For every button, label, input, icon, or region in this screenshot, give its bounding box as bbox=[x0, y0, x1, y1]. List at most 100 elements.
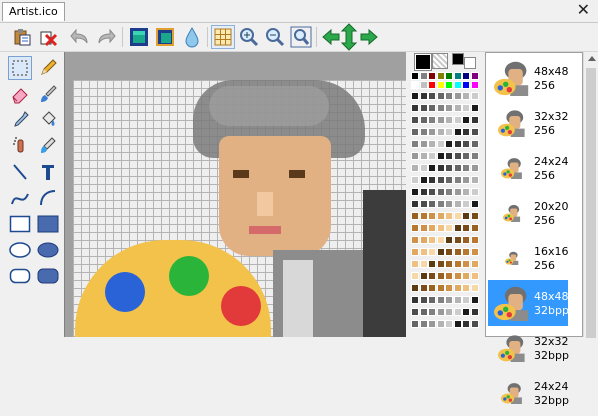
color-swatch[interactable] bbox=[419, 296, 428, 304]
color-swatch[interactable] bbox=[445, 140, 453, 148]
icon-format-item[interactable]: 48x48 256 bbox=[488, 55, 569, 101]
color-swatch[interactable] bbox=[419, 140, 428, 148]
color-swatch[interactable] bbox=[411, 81, 419, 89]
color-swatch[interactable] bbox=[462, 260, 470, 268]
color-swatch[interactable] bbox=[428, 92, 436, 100]
color-swatch[interactable] bbox=[445, 284, 453, 292]
color-swatch[interactable] bbox=[411, 320, 419, 328]
color-swatch[interactable] bbox=[436, 128, 445, 136]
color-swatch[interactable] bbox=[462, 116, 470, 124]
color-swatch[interactable] bbox=[445, 296, 453, 304]
color-swatch[interactable] bbox=[462, 248, 470, 256]
airbrush-icon[interactable] bbox=[8, 134, 32, 158]
color-swatch[interactable] bbox=[470, 176, 479, 184]
primary-color-swatch[interactable] bbox=[414, 53, 432, 71]
color-swatch[interactable] bbox=[453, 72, 462, 80]
color-swatch[interactable] bbox=[428, 188, 436, 196]
color-swatch[interactable] bbox=[436, 236, 445, 244]
color-swatch[interactable] bbox=[428, 272, 436, 280]
color-swatch[interactable] bbox=[436, 116, 445, 124]
arc-icon[interactable] bbox=[36, 186, 60, 210]
color-swatch[interactable] bbox=[411, 224, 419, 232]
color-swatch[interactable] bbox=[428, 296, 436, 304]
color-swatch[interactable] bbox=[470, 92, 479, 100]
color-swatch[interactable] bbox=[428, 320, 436, 328]
color-swatch[interactable] bbox=[470, 248, 479, 256]
color-swatch[interactable] bbox=[445, 212, 453, 220]
color-swatch[interactable] bbox=[470, 104, 479, 112]
layer-front-icon[interactable] bbox=[127, 25, 151, 49]
color-swatch[interactable] bbox=[436, 284, 445, 292]
icon-list-scrollbar[interactable] bbox=[583, 52, 598, 338]
color-swatch[interactable] bbox=[470, 296, 479, 304]
icon-format-item[interactable]: 24x24 256 bbox=[488, 145, 569, 191]
color-swatch[interactable] bbox=[462, 92, 470, 100]
color-swatch[interactable] bbox=[411, 308, 419, 316]
move-right-icon[interactable] bbox=[357, 25, 381, 49]
color-swatch[interactable] bbox=[470, 260, 479, 268]
ellipse-outline-icon[interactable] bbox=[8, 238, 32, 262]
color-swatch[interactable] bbox=[436, 152, 445, 160]
color-swatch[interactable] bbox=[445, 72, 453, 80]
rectangle-outline-icon[interactable] bbox=[8, 212, 32, 236]
icon-format-item[interactable]: 32x32 32bpp bbox=[488, 325, 569, 371]
color-swatch[interactable] bbox=[470, 212, 479, 220]
color-swatch[interactable] bbox=[411, 248, 419, 256]
color-swatch[interactable] bbox=[436, 212, 445, 220]
color-swatch[interactable] bbox=[411, 164, 419, 172]
color-swatch[interactable] bbox=[462, 212, 470, 220]
color-swatch[interactable] bbox=[453, 116, 462, 124]
color-swatch[interactable] bbox=[470, 81, 479, 89]
color-swatch[interactable] bbox=[453, 81, 462, 89]
color-swatch[interactable] bbox=[411, 212, 419, 220]
drop-icon[interactable] bbox=[180, 25, 204, 49]
color-swatch[interactable] bbox=[453, 164, 462, 172]
undo-icon[interactable] bbox=[68, 25, 92, 49]
close-icon[interactable]: ✕ bbox=[577, 1, 590, 19]
color-swatch[interactable] bbox=[436, 224, 445, 232]
color-swatch[interactable] bbox=[419, 164, 428, 172]
icon-format-item[interactable]: 20x20 256 bbox=[488, 190, 569, 236]
color-swatch[interactable] bbox=[436, 81, 445, 89]
color-swatch[interactable] bbox=[419, 81, 428, 89]
rounded-rect-filled-icon[interactable] bbox=[36, 264, 60, 288]
color-swatch[interactable] bbox=[436, 72, 445, 80]
color-swatch[interactable] bbox=[453, 236, 462, 244]
color-swatch[interactable] bbox=[470, 308, 479, 316]
color-swatch[interactable] bbox=[428, 140, 436, 148]
color-swatch[interactable] bbox=[470, 116, 479, 124]
color-swatch[interactable] bbox=[436, 104, 445, 112]
icon-format-item[interactable]: 32x32 256 bbox=[488, 100, 569, 146]
color-swatch[interactable] bbox=[419, 260, 428, 268]
color-swatch[interactable] bbox=[419, 308, 428, 316]
color-swatch[interactable] bbox=[419, 104, 428, 112]
color-swatch[interactable] bbox=[428, 248, 436, 256]
color-swatch[interactable] bbox=[462, 128, 470, 136]
delete-icon[interactable] bbox=[36, 25, 60, 49]
color-swatch[interactable] bbox=[419, 272, 428, 280]
color-swatch[interactable] bbox=[453, 320, 462, 328]
color-swatch[interactable] bbox=[470, 200, 479, 208]
color-swatch[interactable] bbox=[411, 92, 419, 100]
color-swatch[interactable] bbox=[453, 260, 462, 268]
curve-icon[interactable] bbox=[8, 186, 32, 210]
color-swatch[interactable] bbox=[436, 140, 445, 148]
redo-icon[interactable] bbox=[94, 25, 118, 49]
color-swatch[interactable] bbox=[445, 164, 453, 172]
color-swatch[interactable] bbox=[453, 140, 462, 148]
color-swatch[interactable] bbox=[462, 200, 470, 208]
color-swatch[interactable] bbox=[470, 128, 479, 136]
color-swatch[interactable] bbox=[445, 188, 453, 196]
color-swatch[interactable] bbox=[470, 224, 479, 232]
color-swatch[interactable] bbox=[411, 176, 419, 184]
eraser-icon[interactable] bbox=[8, 82, 32, 106]
color-swatch[interactable] bbox=[445, 81, 453, 89]
grid-icon[interactable] bbox=[211, 25, 235, 49]
color-swatch[interactable] bbox=[428, 104, 436, 112]
swap-colors-icon[interactable] bbox=[452, 53, 464, 65]
color-swatch[interactable] bbox=[445, 104, 453, 112]
color-swatch[interactable] bbox=[445, 116, 453, 124]
color-swatch[interactable] bbox=[428, 284, 436, 292]
color-swatch[interactable] bbox=[436, 200, 445, 208]
color-swatch[interactable] bbox=[428, 176, 436, 184]
